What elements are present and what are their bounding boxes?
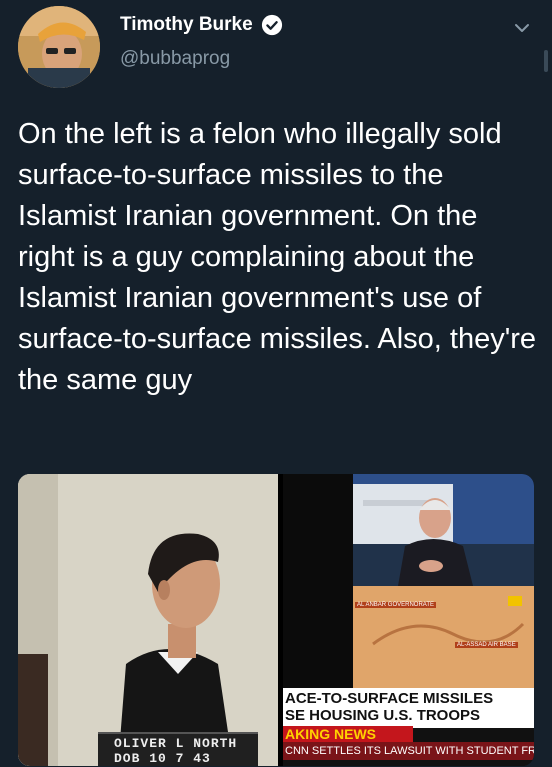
avatar-image bbox=[18, 6, 100, 88]
avatar[interactable] bbox=[18, 6, 100, 88]
chevron-down-icon[interactable] bbox=[510, 16, 534, 40]
verified-badge-icon bbox=[261, 14, 282, 36]
author-handle[interactable]: @bubbaprog bbox=[120, 48, 230, 70]
scrollbar[interactable] bbox=[544, 50, 548, 72]
placard-dob: DOB 10 7 43 bbox=[114, 751, 211, 766]
author-name[interactable]: Timothy Burke bbox=[120, 14, 253, 36]
author-name-row: Timothy Burke bbox=[120, 14, 283, 36]
news-chyron: ACE-TO-SURFACE MISSILES SE HOUSING U.S. … bbox=[283, 688, 534, 728]
breaking-news-banner: AKING NEWS bbox=[283, 726, 413, 742]
tweet-text: On the left is a felon who illegally sol… bbox=[18, 118, 537, 396]
tweet-media[interactable]: OLIVER L NORTH DOB 10 7 43 AL ANBAR GOVE… bbox=[18, 474, 534, 766]
news-screenshot[interactable]: AL ANBAR GOVERNORATE AL-ASSAD AIR BASE A… bbox=[283, 474, 534, 766]
placard-name: OLIVER L NORTH bbox=[114, 736, 238, 751]
news-ticker: CNN SETTLES ITS LAWSUIT WITH STUDENT FRO… bbox=[283, 742, 534, 760]
mugshot-placard: OLIVER L NORTH DOB 10 7 43 bbox=[98, 732, 258, 766]
map-label-airbase: AL-ASSAD AIR BASE bbox=[455, 642, 518, 648]
mugshot-image bbox=[18, 474, 278, 766]
chyron-line-1: ACE-TO-SURFACE MISSILES bbox=[285, 690, 494, 707]
map-label-governorate: AL ANBAR GOVERNORATE bbox=[355, 602, 437, 608]
chyron-line-2: SE HOUSING U.S. TROOPS bbox=[285, 707, 481, 724]
mugshot-photo[interactable]: OLIVER L NORTH DOB 10 7 43 bbox=[18, 474, 278, 766]
